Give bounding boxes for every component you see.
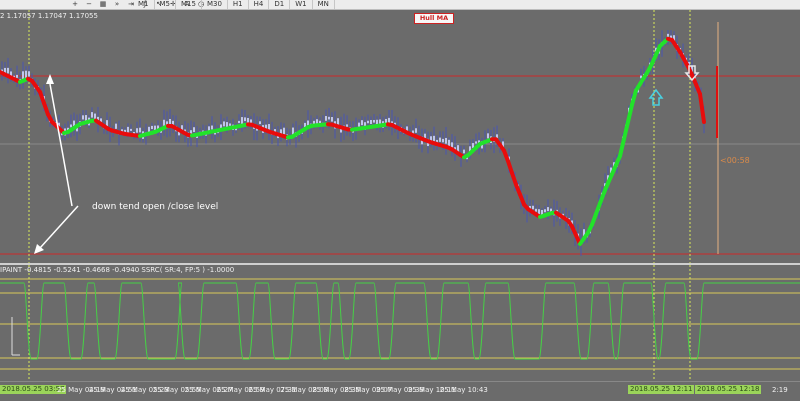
autoscroll-icon[interactable]: » — [112, 1, 122, 8]
candle-body — [238, 120, 240, 124]
timeframe-mn[interactable]: MN — [313, 0, 335, 9]
candle-body — [463, 149, 465, 154]
hull-ma-badge[interactable]: Hull MA — [414, 13, 454, 24]
candle-body — [445, 137, 447, 144]
grid-icon[interactable]: ▦ — [98, 1, 108, 8]
candle-body — [370, 120, 372, 124]
price-chart[interactable] — [0, 10, 800, 264]
annotation-arrow-up — [49, 83, 73, 207]
candle-body — [544, 209, 546, 213]
ohlc-readout: 2 1.17057 1.17047 1.17055 — [0, 12, 98, 20]
candle-body — [91, 112, 93, 118]
timeframe-h4[interactable]: H4 — [249, 0, 270, 9]
candle-body — [136, 128, 138, 133]
zoom-out-icon[interactable]: − — [84, 1, 94, 8]
candle-body — [388, 117, 390, 123]
candle-body — [361, 120, 363, 126]
candle-body — [139, 127, 141, 133]
hull-ma-down-segment — [698, 92, 706, 124]
candle-body — [475, 141, 477, 144]
timeframe-m30[interactable]: M30 — [202, 0, 228, 9]
candle-body — [241, 117, 243, 125]
platform-window: + − ▦» ⇥ ƒ ↖ ✛ A ◷ M1 M5 M15 M30 H1 H4 D1 W1 MN 2 1.1705… — [0, 0, 800, 401]
hull-ma-up-segment — [622, 119, 630, 141]
bar-countdown: <00:58 — [720, 156, 750, 165]
candle-body — [193, 127, 195, 133]
timeframe-m15[interactable]: M15 — [176, 0, 202, 9]
candle-body — [211, 125, 213, 130]
time-tick: 25 May 10:43 — [439, 386, 488, 394]
candle-body — [151, 125, 153, 130]
buy-signal-arrow-icon — [648, 88, 664, 106]
annotation-arrow-down — [39, 205, 79, 249]
candle-body — [226, 122, 228, 128]
timeframe-d1[interactable]: D1 — [269, 0, 291, 9]
candle-body — [415, 128, 417, 133]
candle-body — [439, 137, 441, 142]
hull-ma-up-segment — [618, 136, 626, 158]
candle-body — [325, 116, 327, 121]
candle-body — [532, 205, 534, 210]
timeframe-h1[interactable]: H1 — [228, 0, 249, 9]
candle-body — [7, 67, 9, 74]
candle-body — [433, 135, 435, 142]
zoom-in-icon[interactable]: + — [70, 1, 80, 8]
candle-body — [115, 123, 117, 129]
candle-body — [538, 209, 540, 215]
candle-body — [547, 207, 549, 212]
oscillator-chart[interactable] — [0, 265, 800, 380]
candle-body — [424, 133, 426, 138]
candle-body — [16, 74, 18, 78]
candle-body — [283, 127, 285, 135]
candle-body — [358, 122, 360, 127]
candle-body — [535, 208, 537, 212]
time-highlight-end-1: 2018.05.25 12:11 — [628, 385, 695, 394]
indicator-readout: IPAINT -0.4815 -0.5241 -0.4668 -0.4940 S… — [0, 266, 235, 274]
timeframe-bar: M1 M5 M15 M30 H1 H4 D1 W1 MN — [133, 0, 335, 9]
candle-body — [259, 121, 261, 125]
candle-body — [268, 124, 270, 130]
indicator-pane[interactable]: IPAINT -0.4815 -0.5241 -0.4668 -0.4940 S… — [0, 265, 800, 380]
trend-annotation-text: down tend open /close level — [92, 202, 219, 212]
candle-body — [487, 133, 489, 139]
candle-body — [442, 138, 444, 143]
toolbar: + − ▦» ⇥ ƒ ↖ ✛ A ◷ M1 M5 M15 M30 H1 H4 D1 W1 MN — [0, 0, 800, 10]
candle-body — [331, 117, 333, 122]
oscillator-line — [0, 282, 800, 360]
candle-body — [70, 124, 72, 128]
main-chart-pane[interactable]: 2 1.17057 1.17047 1.17055 Hull MA down t… — [0, 10, 800, 264]
candle-body — [82, 115, 84, 120]
timeframe-w1[interactable]: W1 — [290, 0, 313, 9]
candle-body — [22, 71, 24, 80]
timeframe-m5[interactable]: M5 — [155, 0, 176, 9]
hull-ma-up-segment — [630, 88, 638, 107]
candle-body — [367, 120, 369, 124]
candle-body — [373, 119, 375, 123]
time-highlight-end-2: 2018.05.25 12:18 — [695, 385, 762, 394]
time-tick-tail: 2:19 — [772, 386, 788, 394]
candle-body — [244, 117, 246, 122]
time-axis: 2018.05.25 03:57 2018.05.25 12:11 2018.0… — [0, 381, 800, 401]
candle-body — [229, 123, 231, 126]
candle-body — [163, 119, 165, 126]
candle-body — [28, 71, 30, 77]
candle-body — [328, 116, 330, 120]
timeframe-m1[interactable]: M1 — [133, 0, 155, 9]
candle-body — [346, 124, 348, 127]
candle-body — [130, 128, 132, 131]
candle-body — [223, 121, 225, 127]
